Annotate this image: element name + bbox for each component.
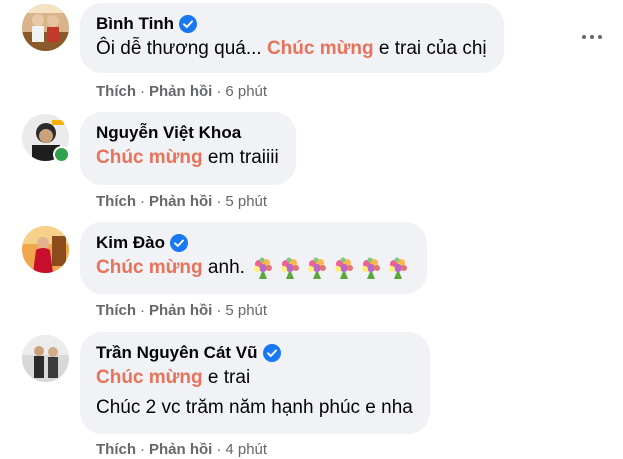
comment-text: Chúc mừng em traiiii [96, 147, 279, 168]
like-link[interactable]: Thích [96, 83, 136, 100]
comment-bubble: Bình Tinh Ôi dễ thương quá... Chúc mừng … [80, 3, 504, 73]
verified-badge-icon [262, 344, 281, 362]
highlight-link[interactable]: Chúc mừng [96, 257, 203, 278]
comment-text: Chúc mừng anh. [96, 254, 410, 281]
comment-actions: Thích · Phản hồi · 6 phút [96, 83, 268, 100]
bouquet-emoji [332, 256, 356, 280]
highlight-link[interactable]: Chúc mừng [267, 38, 374, 59]
comment-bubble: Kim Đào Chúc mừng anh. [80, 222, 427, 294]
reply-link[interactable]: Phản hồi [149, 441, 212, 458]
comment-bubble: Trần Nguyên Cát Vũ Chúc mừng e trai Chúc… [80, 332, 430, 434]
comment-actions: Thích · Phản hồi · 5 phút [96, 193, 268, 210]
comment-author[interactable]: Kim Đào [96, 233, 165, 253]
like-link[interactable]: Thích [96, 441, 136, 458]
reply-link[interactable]: Phản hồi [149, 302, 212, 319]
reply-link[interactable]: Phản hồi [149, 83, 212, 100]
highlight-link[interactable]: Chúc mừng [96, 367, 203, 388]
avatar[interactable] [22, 335, 69, 382]
comment-time[interactable]: 5 phút [225, 302, 267, 319]
like-link[interactable]: Thích [96, 193, 136, 210]
comment-time[interactable]: 4 phút [225, 441, 267, 458]
comment-text: Ôi dễ thương quá... Chúc mừng e trai của… [96, 38, 487, 59]
bouquet-emoji [359, 256, 383, 280]
reply-link[interactable]: Phản hồi [149, 193, 212, 210]
comment-author[interactable]: Bình Tinh [96, 14, 174, 34]
comment-text: Chúc 2 vc trăm năm hạnh phúc e nha [96, 397, 413, 418]
avatar[interactable] [22, 226, 69, 273]
comment-author[interactable]: Trần Nguyên Cát Vũ [96, 343, 258, 363]
bouquet-emoji [386, 256, 410, 280]
bouquet-emoji [251, 256, 275, 280]
online-status-icon [53, 146, 70, 163]
more-horizontal-icon[interactable] [576, 25, 608, 49]
comment-time[interactable]: 6 phút [225, 83, 267, 100]
emoji-row [251, 256, 410, 280]
comment-actions: Thích · Phản hồi · 4 phút [96, 441, 268, 458]
comment-actions: Thích · Phản hồi · 5 phút [96, 302, 268, 319]
comment-author[interactable]: Nguyễn Việt Khoa [96, 123, 241, 143]
verified-badge-icon [169, 234, 188, 252]
avatar[interactable] [22, 4, 69, 51]
like-link[interactable]: Thích [96, 302, 136, 319]
comment-time[interactable]: 5 phút [225, 193, 267, 210]
highlight-link[interactable]: Chúc mừng [96, 147, 203, 168]
bouquet-emoji [278, 256, 302, 280]
comment-text: Chúc mừng e trai [96, 367, 251, 388]
comment-bubble: Nguyễn Việt Khoa Chúc mừng em traiiii [80, 112, 296, 185]
bouquet-emoji [305, 256, 329, 280]
verified-badge-icon [179, 15, 198, 33]
